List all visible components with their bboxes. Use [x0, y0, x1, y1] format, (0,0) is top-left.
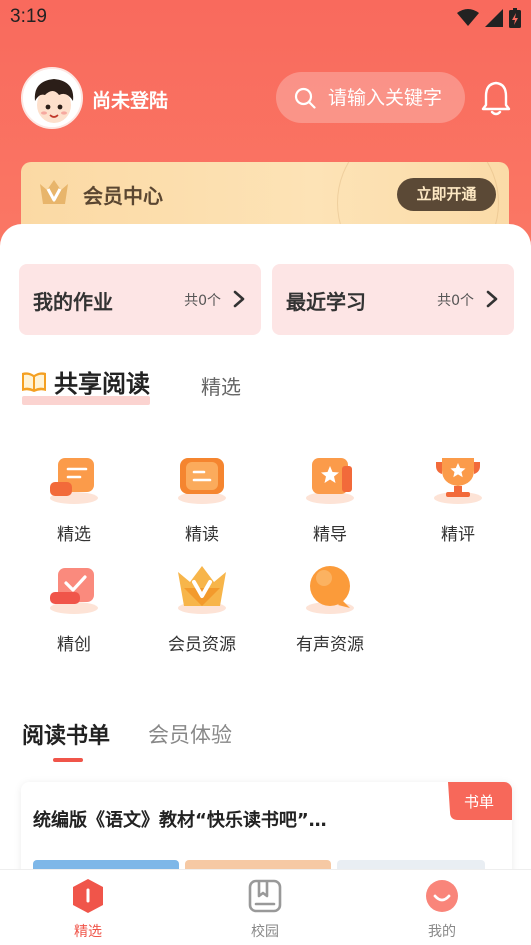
- grid-label: 精评: [441, 525, 475, 545]
- book-list-tag-label: 书单: [464, 793, 495, 811]
- smile-face-icon: [426, 880, 458, 912]
- grid-item-intensive-reading[interactable]: 精读: [147, 452, 257, 545]
- vip-crown-icon: [178, 566, 226, 614]
- check-card-icon: [50, 568, 98, 614]
- open-book-icon: [178, 458, 226, 504]
- status-bar: 3:19: [0, 0, 531, 36]
- my-homework-count: 共0个: [184, 293, 221, 309]
- featured-nav-icon: [73, 879, 103, 913]
- grid-item-guided-reading[interactable]: 精导: [275, 452, 385, 545]
- nav-label: 精选: [74, 924, 102, 940]
- bell-icon[interactable]: [480, 80, 512, 116]
- grid-label: 精选: [57, 525, 91, 545]
- my-homework-title: 我的作业: [33, 290, 113, 314]
- nav-campus[interactable]: 校园: [220, 878, 310, 941]
- my-homework-card[interactable]: 我的作业 共0个: [19, 264, 261, 335]
- vip-badge-icon: [40, 180, 68, 204]
- avatar[interactable]: [21, 67, 83, 129]
- grid-label: 精导: [313, 525, 347, 545]
- grid-label: 精创: [57, 635, 91, 655]
- status-icons: [457, 8, 521, 28]
- wifi-icon: [457, 9, 479, 26]
- nav-featured[interactable]: 精选: [43, 878, 133, 941]
- username[interactable]: 尚未登陆: [92, 86, 168, 113]
- shared-reading-heading: 共享阅读: [20, 364, 150, 405]
- grid-item-creation[interactable]: 精创: [19, 562, 129, 655]
- nav-label: 校园: [251, 924, 279, 940]
- chevron-right-icon: [233, 290, 245, 308]
- campus-book-icon: [248, 879, 282, 913]
- search-bar[interactable]: [276, 72, 465, 123]
- grid-label: 精读: [185, 525, 219, 545]
- bottom-navigation: 精选 校园 我的: [0, 869, 531, 945]
- scroll-icon: [50, 458, 98, 504]
- trophy-icon: [434, 458, 482, 504]
- recent-study-card[interactable]: 最近学习 共0个: [272, 264, 514, 335]
- book-list-title: 统编版《语文》教材“快乐读书吧”…: [33, 810, 327, 831]
- grid-item-member-resources[interactable]: 会员资源: [147, 562, 257, 655]
- main-panel: 我的作业 共0个 最近学习 共0个 共享阅读 精选 精选 精读 精导 精评 精创…: [0, 224, 531, 945]
- book-icon: [22, 371, 46, 392]
- tab-reading-list[interactable]: 阅读书单: [22, 718, 110, 750]
- recent-study-count: 共0个: [437, 293, 474, 309]
- nav-label: 我的: [428, 924, 456, 940]
- member-center-title: 会员中心: [83, 184, 163, 208]
- speech-bubble-icon: [306, 566, 354, 614]
- grid-item-audio-resources[interactable]: 有声资源: [275, 562, 385, 655]
- battery-icon: [509, 8, 521, 28]
- chevron-right-icon: [486, 290, 498, 308]
- nav-mine[interactable]: 我的: [397, 878, 487, 941]
- search-icon: [294, 87, 316, 109]
- signal-icon: [485, 9, 503, 27]
- active-tab-indicator: [53, 758, 83, 762]
- grid-item-featured[interactable]: 精选: [19, 452, 129, 545]
- search-input[interactable]: [328, 86, 448, 109]
- activate-now-button[interactable]: 立即开通: [397, 178, 496, 211]
- shared-reading-title: 共享阅读: [54, 370, 150, 398]
- tab-featured[interactable]: 精选: [201, 371, 241, 400]
- grid-label: 有声资源: [296, 635, 364, 655]
- star-book-icon: [306, 458, 354, 504]
- book-list-tag: 书单: [444, 782, 512, 820]
- tab-member-experience[interactable]: 会员体验: [148, 719, 232, 749]
- status-time: 3:19: [10, 6, 47, 27]
- grid-item-review[interactable]: 精评: [403, 452, 513, 545]
- grid-label: 会员资源: [168, 635, 236, 655]
- recent-study-title: 最近学习: [286, 290, 366, 314]
